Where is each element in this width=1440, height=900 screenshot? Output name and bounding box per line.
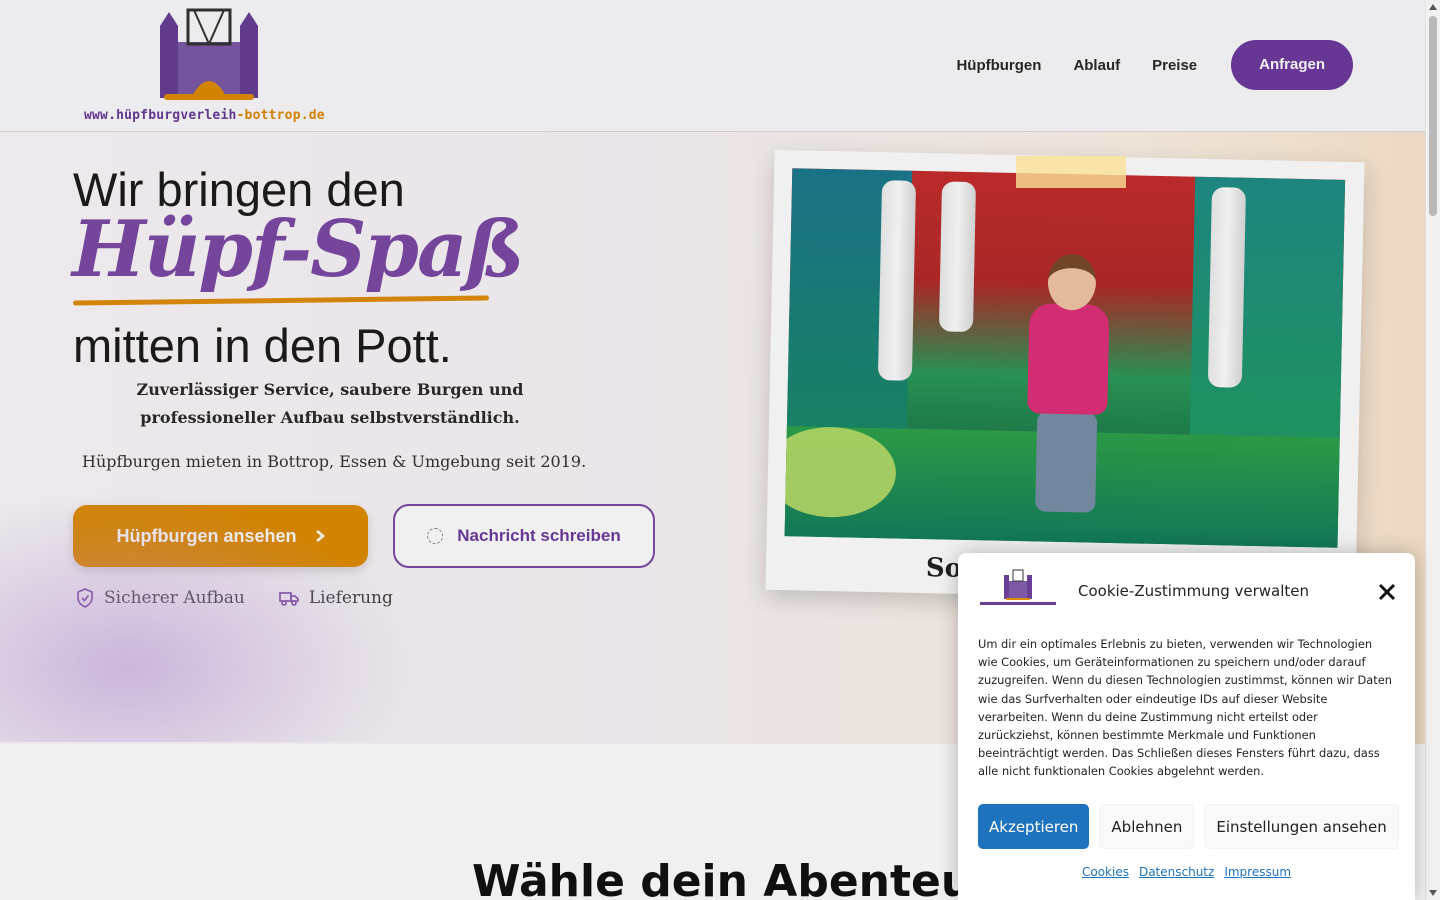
cookie-dialog-buttons: Akzeptieren Ablehnen Einstellungen anseh…	[978, 804, 1399, 849]
cookie-dialog-text: Um dir ein optimales Erlebnis zu bieten,…	[978, 637, 1392, 779]
cookie-dialog-links: Cookies Datenschutz Impressum	[958, 865, 1415, 879]
cookies-link[interactable]: Cookies	[1082, 865, 1129, 879]
imprint-link[interactable]: Impressum	[1224, 865, 1291, 879]
cookie-dialog-title: Cookie-Zustimmung verwalten	[1078, 582, 1310, 600]
cookie-consent-dialog: Cookie-Zustimmung verwalten Um dir ein o…	[958, 553, 1415, 900]
page-scrollbar[interactable]	[1425, 0, 1440, 900]
privacy-link[interactable]: Datenschutz	[1139, 865, 1214, 879]
accept-cookies-button[interactable]: Akzeptieren	[978, 804, 1090, 849]
close-icon[interactable]	[1376, 581, 1398, 603]
polaroid-tape	[1016, 156, 1126, 188]
scroll-down-arrow-icon[interactable]	[1429, 890, 1437, 896]
scroll-up-arrow-icon[interactable]	[1429, 4, 1437, 10]
view-preferences-button[interactable]: Einstellungen ansehen	[1204, 804, 1399, 849]
cookie-dialog-logo-icon	[980, 569, 1056, 605]
deny-cookies-button[interactable]: Ablehnen	[1099, 804, 1195, 849]
scroll-thumb[interactable]	[1429, 16, 1437, 216]
